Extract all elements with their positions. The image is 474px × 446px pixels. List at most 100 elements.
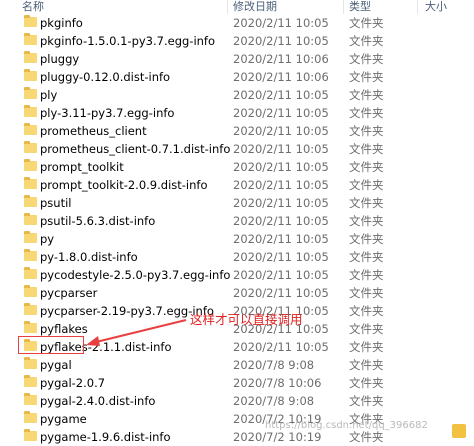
folder-name: psutil-5.6.3.dist-info: [40, 214, 156, 228]
folder-name: py: [40, 232, 55, 246]
folder-row[interactable]: ply-3.11-py3.7.egg-info 2020/2/11 10:05 …: [0, 104, 474, 122]
folder-row[interactable]: prometheus_client-0.7.1.dist-info 2020/2…: [0, 140, 474, 158]
folder-icon: [24, 249, 37, 261]
folder-row[interactable]: pkginfo 2020/2/11 10:05 文件夹: [0, 14, 474, 32]
item-type: 文件夹: [349, 358, 384, 372]
item-type: 文件夹: [349, 394, 384, 408]
item-type: 文件夹: [349, 160, 384, 174]
folder-row[interactable]: psutil 2020/2/11 10:05 文件夹: [0, 194, 474, 212]
folder-icon: [24, 195, 37, 207]
folder-name: ply-3.11-py3.7.egg-info: [40, 106, 175, 120]
folder-name: prompt_toolkit-2.0.9.dist-info: [40, 178, 208, 192]
modified-date: 2020/2/11 10:05: [233, 340, 329, 354]
modified-date: 2020/2/11 10:06: [233, 52, 329, 66]
folder-icon: [24, 87, 37, 99]
corner-badge-icon: [452, 424, 466, 438]
folder-row[interactable]: prompt_toolkit-2.0.9.dist-info 2020/2/11…: [0, 176, 474, 194]
modified-date: 2020/7/8 9:08: [233, 358, 315, 372]
folder-name: prometheus_client-0.7.1.dist-info: [40, 142, 231, 156]
folder-icon: [24, 303, 37, 315]
folder-row[interactable]: py 2020/2/11 10:05 文件夹: [0, 230, 474, 248]
folder-row[interactable]: psutil-5.6.3.dist-info 2020/2/11 10:05 文…: [0, 212, 474, 230]
modified-date: 2020/2/11 10:05: [233, 16, 329, 30]
folder-name: pycodestyle-2.5.0-py3.7.egg-info: [40, 268, 231, 282]
item-type: 文件夹: [349, 52, 384, 66]
item-type: 文件夹: [349, 88, 384, 102]
folder-row[interactable]: pycodestyle-2.5.0-py3.7.egg-info 2020/2/…: [0, 266, 474, 284]
column-name-header[interactable]: 名称: [22, 0, 44, 14]
modified-date: 2020/2/11 10:05: [233, 286, 329, 300]
folder-icon: [24, 321, 37, 333]
column-divider[interactable]: [417, 0, 418, 14]
modified-date: 2020/2/11 10:05: [233, 34, 329, 48]
folder-icon: [24, 393, 37, 405]
modified-date: 2020/2/11 10:05: [233, 178, 329, 192]
watermark: https://blog.csdn.net/qq_396682: [265, 420, 428, 431]
item-type: 文件夹: [349, 34, 384, 48]
modified-date: 2020/2/11 10:05: [233, 268, 329, 282]
folder-name: pygal-2.0.7: [40, 376, 106, 390]
column-size-header[interactable]: 大小: [425, 0, 447, 14]
folder-icon: [24, 375, 37, 387]
item-type: 文件夹: [349, 286, 384, 300]
column-header: 名称 修改日期 类型 大小: [0, 0, 474, 14]
item-type: 文件夹: [349, 322, 384, 336]
folder-icon: [24, 357, 37, 369]
modified-date: 2020/2/11 10:05: [233, 214, 329, 228]
folder-icon: [24, 69, 37, 81]
folder-name: pygal: [40, 358, 72, 372]
folder-icon: [24, 105, 37, 117]
folder-icon: [24, 177, 37, 189]
annotation-text: 这样才可以直接调用: [190, 312, 303, 327]
folder-row[interactable]: pygal-2.4.0.dist-info 2020/7/8 9:08 文件夹: [0, 392, 474, 410]
item-type: 文件夹: [349, 142, 384, 156]
folder-name: prompt_toolkit: [40, 160, 124, 174]
item-type: 文件夹: [349, 16, 384, 30]
modified-date: 2020/2/11 10:06: [233, 70, 329, 84]
item-type: 文件夹: [349, 124, 384, 138]
highlight-box: [18, 336, 84, 354]
folder-row[interactable]: py-1.8.0.dist-info 2020/2/11 10:05 文件夹: [0, 248, 474, 266]
item-type: 文件夹: [349, 304, 384, 318]
folder-icon: [24, 429, 37, 441]
folder-row[interactable]: pluggy-0.12.0.dist-info 2020/2/11 10:06 …: [0, 68, 474, 86]
folder-row[interactable]: pkginfo-1.5.0.1-py3.7.egg-info 2020/2/11…: [0, 32, 474, 50]
item-type: 文件夹: [349, 250, 384, 264]
folder-name: prometheus_client: [40, 124, 147, 138]
folder-icon: [24, 159, 37, 171]
folder-row[interactable]: ply 2020/2/11 10:05 文件夹: [0, 86, 474, 104]
column-divider[interactable]: [227, 0, 228, 14]
folder-name: pygame: [40, 412, 87, 426]
item-type: 文件夹: [349, 178, 384, 192]
folder-row[interactable]: pygal 2020/7/8 9:08 文件夹: [0, 356, 474, 374]
item-type: 文件夹: [349, 106, 384, 120]
item-type: 文件夹: [349, 196, 384, 210]
item-type: 文件夹: [349, 214, 384, 228]
item-type: 文件夹: [349, 232, 384, 246]
folder-name: ply: [40, 88, 58, 102]
folder-name: pycparser-2.19-py3.7.egg-info: [40, 304, 214, 318]
folder-row[interactable]: pygal-2.0.7 2020/7/8 10:06 文件夹: [0, 374, 474, 392]
modified-date: 2020/2/11 10:05: [233, 142, 329, 156]
column-date-header[interactable]: 修改日期: [233, 0, 277, 14]
column-type-header[interactable]: 类型: [349, 0, 371, 14]
folder-name: py-1.8.0.dist-info: [40, 250, 138, 264]
folder-icon: [24, 51, 37, 63]
folder-row[interactable]: prometheus_client 2020/2/11 10:05 文件夹: [0, 122, 474, 140]
folder-row[interactable]: pycparser 2020/2/11 10:05 文件夹: [0, 284, 474, 302]
folder-icon: [24, 33, 37, 45]
folder-row[interactable]: pluggy 2020/2/11 10:06 文件夹: [0, 50, 474, 68]
folder-icon: [24, 231, 37, 243]
modified-date: 2020/2/11 10:05: [233, 106, 329, 120]
folder-icon: [24, 267, 37, 279]
item-type: 文件夹: [349, 70, 384, 84]
folder-name: pycparser: [40, 286, 98, 300]
folder-icon: [24, 123, 37, 135]
folder-row[interactable]: prompt_toolkit 2020/2/11 10:05 文件夹: [0, 158, 474, 176]
folder-name: pygame-1.9.6.dist-info: [40, 430, 171, 444]
modified-date: 2020/2/11 10:05: [233, 88, 329, 102]
modified-date: 2020/7/8 9:08: [233, 394, 315, 408]
folder-icon: [24, 213, 37, 225]
modified-date: 2020/2/11 10:05: [233, 124, 329, 138]
column-divider[interactable]: [343, 0, 344, 14]
